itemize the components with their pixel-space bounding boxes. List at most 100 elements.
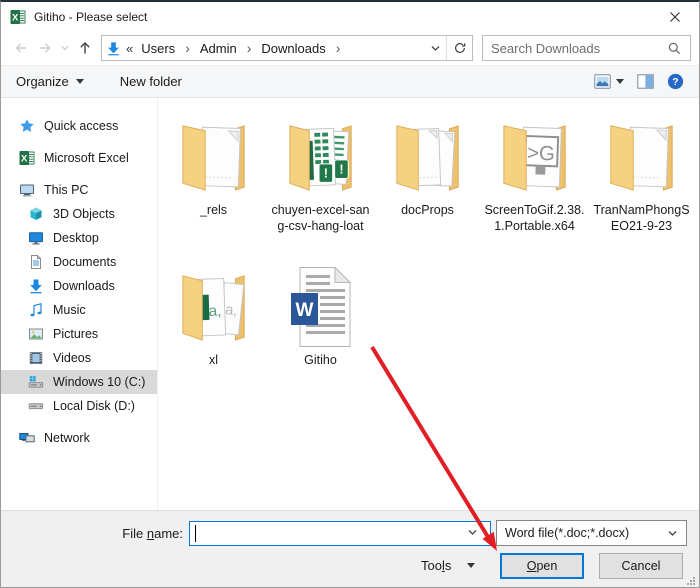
network-icon	[19, 433, 35, 443]
sidebar-item-quick-access[interactable]: Quick access	[1, 114, 157, 138]
open-file-dialog: X Gitiho - Please select « Users › Admin…	[0, 0, 700, 588]
refresh-button[interactable]	[446, 36, 472, 60]
forward-button[interactable]	[33, 36, 57, 60]
search-input[interactable]	[491, 40, 667, 56]
up-arrow-icon	[80, 41, 90, 54]
file-item-trannamphong[interactable]: TranNamPhongSEO21-9-23	[588, 112, 695, 262]
breadcrumb-separator[interactable]: ›	[183, 40, 192, 56]
change-view-button[interactable]	[594, 74, 624, 89]
file-item-chuyen-excel[interactable]: ! ! chuyen-excel-sang-csv-hang-loat	[267, 112, 374, 262]
folder-icon	[609, 125, 673, 191]
tools-button[interactable]: Tools	[421, 558, 476, 573]
sidebar-item-local-disk-d[interactable]: Local Disk (D:)	[1, 394, 157, 418]
file-name-input[interactable]	[189, 521, 491, 546]
recent-locations-button[interactable]	[57, 36, 73, 60]
preview-pane-icon	[637, 74, 654, 89]
svg-text:X: X	[21, 154, 28, 165]
svg-text:X: X	[12, 12, 19, 23]
file-label: _rels	[199, 203, 228, 217]
cancel-button[interactable]: Cancel	[599, 553, 683, 579]
resize-grip[interactable]	[686, 576, 696, 586]
chevron-down-icon	[431, 45, 439, 51]
folder-excel-files-icon: ! !	[288, 125, 352, 191]
downloads-folder-icon	[107, 41, 119, 55]
chevron-down-icon	[75, 79, 84, 84]
file-type-select[interactable]: Word file(*.doc;*.docx)	[496, 520, 687, 546]
folder-app-icon: >G	[502, 125, 566, 191]
sidebar-item-documents[interactable]: Documents	[1, 250, 157, 274]
file-item-docprops[interactable]: docProps	[374, 112, 481, 262]
breadcrumb-downloads[interactable]: Downloads	[255, 41, 331, 56]
sidebar-item-3d-objects[interactable]: 3D Objects	[1, 202, 157, 226]
preview-pane-button[interactable]	[637, 74, 654, 89]
help-button[interactable]: ?	[667, 73, 684, 90]
title-bar: X Gitiho - Please select	[1, 2, 699, 31]
breadcrumb-collapse[interactable]: «	[124, 41, 133, 56]
film-icon	[29, 352, 43, 364]
refresh-icon	[454, 42, 465, 53]
file-item-xl[interactable]: a, a, xl	[160, 262, 267, 412]
search-icon[interactable]	[667, 41, 682, 56]
back-arrow-icon	[15, 43, 26, 53]
text-caret	[195, 525, 196, 542]
folder-icon	[181, 125, 245, 191]
search-box[interactable]	[482, 35, 691, 61]
close-icon	[670, 11, 680, 22]
address-dropdown-button[interactable]	[424, 36, 446, 60]
breadcrumb-users[interactable]: Users	[135, 41, 181, 56]
forward-arrow-icon	[40, 43, 51, 53]
window-title: Gitiho - Please select	[34, 9, 148, 24]
back-button[interactable]	[9, 36, 33, 60]
navigation-pane: Quick access X Microsoft Excel This PC 3…	[1, 98, 158, 510]
sidebar-item-microsoft-excel[interactable]: X Microsoft Excel	[1, 146, 157, 170]
up-button[interactable]	[73, 36, 97, 60]
cube-icon	[30, 207, 42, 220]
new-folder-button[interactable]: New folder	[120, 74, 182, 89]
tools-label: Tools	[421, 558, 452, 573]
star-icon	[20, 119, 34, 132]
file-name-label: File name:	[122, 526, 183, 541]
file-item-screentogif[interactable]: >G ScreenToGif.2.38.1.Portable.x64	[481, 112, 588, 262]
sidebar-item-desktop[interactable]: Desktop	[1, 226, 157, 250]
breadcrumb-separator[interactable]: ›	[334, 40, 343, 56]
open-button[interactable]: Open	[500, 553, 584, 579]
address-bar[interactable]: « Users › Admin › Downloads ›	[101, 35, 473, 61]
close-button[interactable]	[660, 5, 690, 29]
sidebar-item-pictures[interactable]: Pictures	[1, 322, 157, 346]
chevron-down-icon	[467, 563, 476, 568]
file-label: xl	[208, 353, 219, 367]
sidebar-item-downloads[interactable]: Downloads	[1, 274, 157, 298]
sidebar-item-music[interactable]: Music	[1, 298, 157, 322]
breadcrumb: « Users › Admin › Downloads ›	[124, 40, 342, 56]
sidebar-item-this-pc[interactable]: This PC	[1, 178, 157, 202]
breadcrumb-separator[interactable]: ›	[245, 40, 254, 56]
drive-icon	[28, 403, 44, 410]
file-list: _rels ! ! chuyen-excel-sang-csv-hang-loa…	[158, 98, 699, 510]
picture-icon	[29, 328, 43, 340]
chevron-down-icon	[616, 79, 624, 84]
computer-icon	[20, 184, 34, 197]
file-label: ScreenToGif.2.38.1.Portable.x64	[484, 203, 585, 233]
thumbnails-view-icon	[594, 74, 611, 89]
file-label: docProps	[401, 203, 454, 217]
excel-icon: X	[19, 151, 35, 165]
chevron-down-icon	[668, 530, 677, 536]
file-label: Gitiho	[304, 353, 337, 367]
organize-label: Organize	[16, 74, 69, 89]
music-note-icon	[30, 303, 42, 317]
svg-text:!: !	[339, 163, 343, 177]
file-type-value: Word file(*.doc;*.docx)	[505, 526, 630, 540]
breadcrumb-admin[interactable]: Admin	[194, 41, 243, 56]
organize-button[interactable]: Organize	[16, 74, 84, 89]
sidebar-item-videos[interactable]: Videos	[1, 346, 157, 370]
file-item-gitiho[interactable]: W Gitiho	[267, 262, 374, 412]
file-name-dropdown-button[interactable]	[467, 526, 478, 541]
drive-windows-icon	[28, 376, 44, 388]
word-document-icon: W	[290, 266, 351, 347]
sidebar-item-network[interactable]: Network	[1, 426, 157, 450]
file-item-rels[interactable]: _rels	[160, 112, 267, 262]
sidebar-item-windows10-c[interactable]: Windows 10 (C:)	[1, 370, 157, 394]
svg-text:a,: a,	[224, 302, 238, 319]
svg-text:a,: a,	[208, 303, 222, 320]
monitor-icon	[29, 232, 43, 245]
